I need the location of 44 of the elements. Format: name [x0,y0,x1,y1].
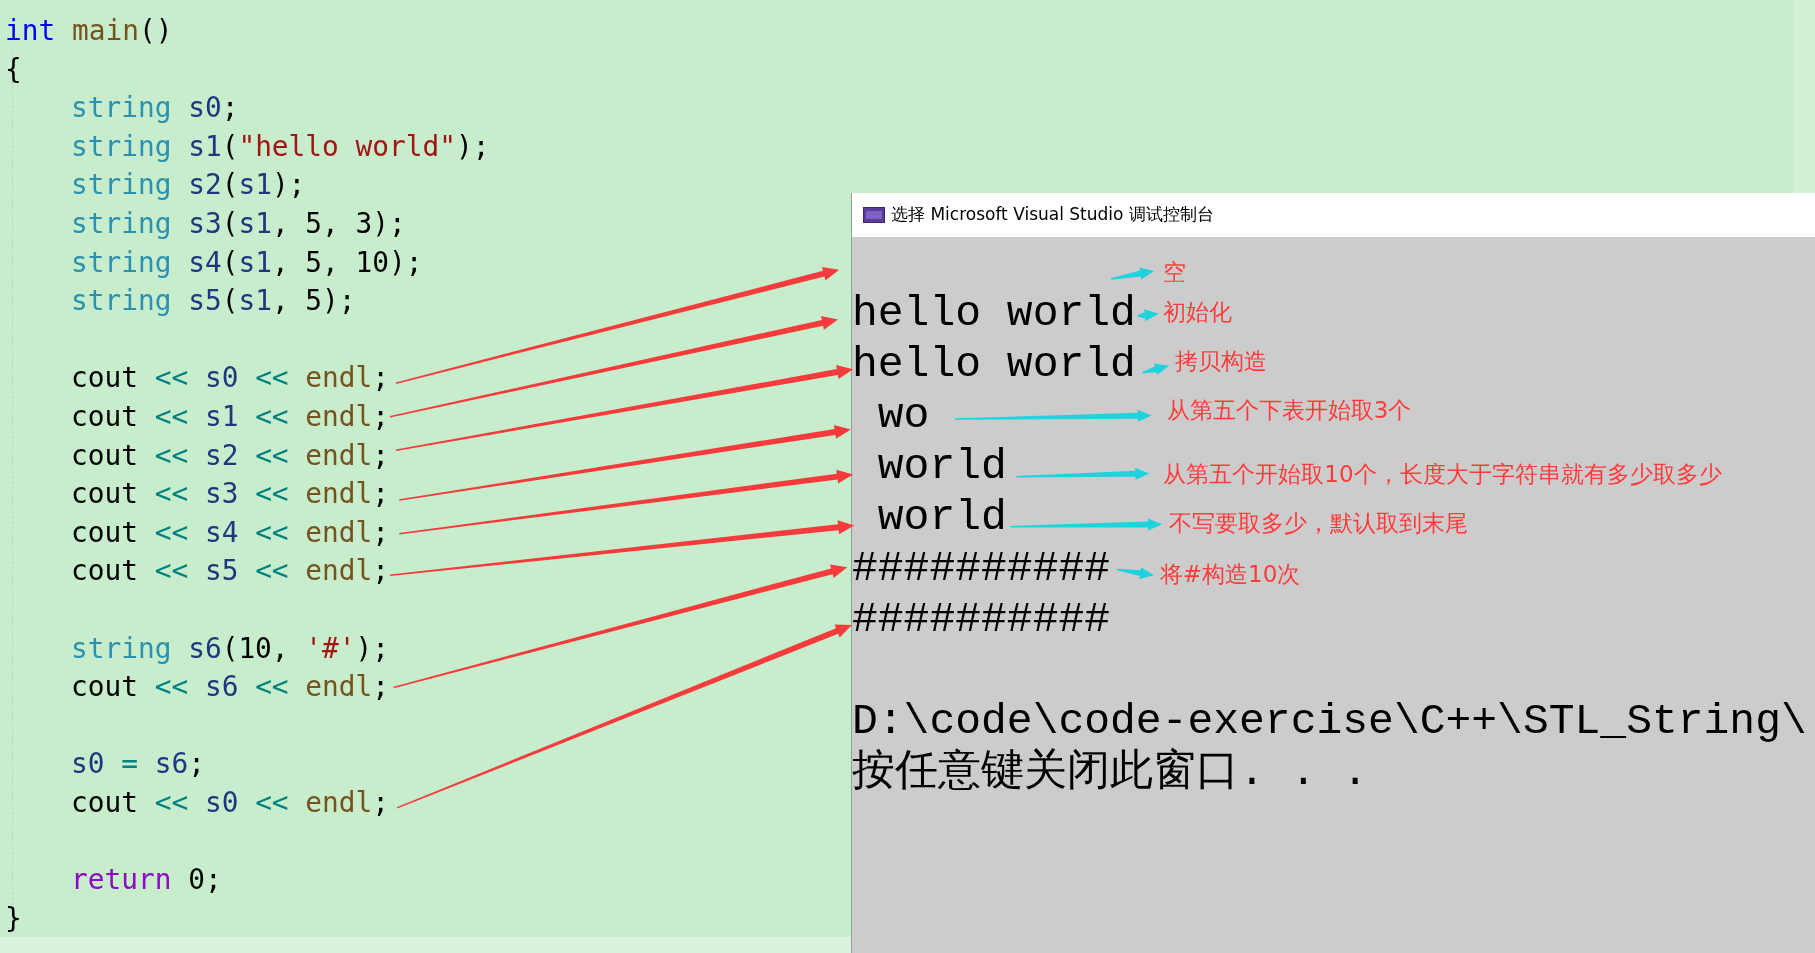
console-output-line: wo [876,390,930,441]
arrow [1116,567,1154,579]
arrow [1142,363,1170,376]
code-line: string s2(s1); [71,167,306,204]
code-line: string s0; [71,90,239,127]
annotation-text: 初始化 [1163,298,1233,327]
window-title: 选择 Microsoft Visual Studio 调试控制台 [891,203,1214,227]
code-line: cout << s6 << endl; [71,669,390,706]
code-line: return 0; [71,862,222,899]
console-output-line: ########## [852,543,1111,594]
annotation-text: 将#构造10次 [1159,561,1301,589]
code-line: s0 = s6; [71,746,205,783]
code-line: { [5,51,22,88]
code-line: cout << s2 << endl; [71,437,390,474]
console-output-line: ########## [852,594,1111,645]
annotation-text: 从第五个下表开始取3个 [1166,397,1412,425]
console-output-line: world [876,492,1007,543]
code-line: cout << s3 << endl; [71,476,390,513]
code-line: cout << s0 << endl; [71,360,390,397]
arrow [1137,309,1159,322]
console-app-icon [863,207,885,223]
console-output-line: 按任意键关闭此窗口. . . [852,747,1369,798]
code-line: } [5,900,22,937]
console-output-line: hello world [852,288,1136,339]
annotation-text: 拷贝构造 [1174,348,1267,376]
code-line: int main() [5,13,173,49]
console-output-line: world [876,441,1007,492]
arrow [1111,267,1154,280]
code-line: string s1("hello world"); [71,128,490,165]
code-line: cout << s1 << endl; [71,398,390,435]
code-line: cout << s5 << endl; [71,553,390,590]
code-line: cout << s4 << endl; [71,514,390,551]
code-line: string s5(s1, 5); [71,283,356,320]
code-line: string s3(s1, 5, 3); [71,205,406,242]
console-output-line: hello world [852,339,1136,390]
annotation-text: 不写要取多少，默认取到末尾 [1169,510,1469,539]
console-output-line: D:\code\code-exercise\C++\STL_String\ [852,696,1807,747]
code-line: cout << s0 << endl; [71,784,390,821]
annotation-text: 空 [1163,259,1187,287]
scrollbar[interactable] [1793,0,1815,193]
annotation-text: 从第五个开始取10个，长度大于字符串就有多少取多少 [1163,460,1722,489]
code-line: string s4(s1, 5, 10); [71,244,423,281]
code-line: string s6(10, '#'); [71,630,390,667]
scrollbar[interactable] [0,937,851,953]
